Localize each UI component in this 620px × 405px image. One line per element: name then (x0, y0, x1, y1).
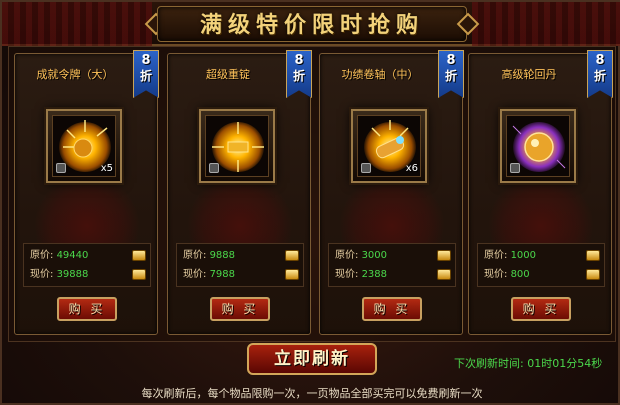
current-price-label: 现价: (183, 269, 207, 280)
lock-icon (361, 163, 371, 173)
item-slot[interactable] (500, 109, 576, 183)
item-quantity: x6 (405, 163, 418, 174)
discount-number: 8 (294, 53, 304, 68)
original-price-row: 原价: 9888 (183, 247, 299, 265)
price-box: 原价: 3000 现价: 2388 (328, 243, 456, 287)
refresh-now-button[interactable]: 立即刷新 (247, 343, 377, 375)
current-price-label: 现价: (335, 269, 359, 280)
original-price-row: 原价: 3000 (335, 247, 451, 265)
gold-ingot-icon (437, 269, 451, 280)
gold-ingot-icon (586, 269, 600, 280)
buy-button[interactable]: 购 买 (362, 297, 422, 321)
original-price: 1000 (510, 250, 537, 261)
discount-unit: 折 (593, 69, 606, 83)
refresh-timer: 下次刷新时间: 01时01分54秒 (454, 355, 602, 371)
discount-badge: 8 折 (438, 50, 464, 98)
current-price: 2388 (361, 269, 388, 280)
gold-ingot-icon (132, 269, 146, 280)
original-price-label: 原价: (30, 250, 54, 261)
current-price: 39888 (56, 269, 89, 280)
lock-icon (209, 163, 219, 173)
discount-number: 8 (595, 53, 605, 68)
gold-ingot-icon (285, 250, 299, 261)
shop-window: 满级特价限时抢购 成就令牌（大） 8 折 x5 原价: 49440 现价: 39… (0, 0, 620, 405)
refresh-note: 每次刷新后，每个物品限购一次，一页物品全部买完可以免费刷新一次 (141, 387, 483, 400)
original-price-label: 原价: (183, 250, 207, 261)
original-price: 3000 (361, 250, 388, 261)
gold-ingot-icon (586, 250, 600, 261)
item-card: 高级轮回丹 8 折 原价: 1000 现价: 800 购 买 (468, 50, 613, 335)
discount-number: 8 (446, 53, 456, 68)
item-name: 成就令牌（大） (36, 68, 114, 81)
discount-unit: 折 (292, 69, 305, 83)
discount-unit: 折 (444, 69, 457, 83)
header: 满级特价限时抢购 (2, 2, 620, 46)
discount-number: 8 (141, 53, 151, 68)
discount-badge: 8 折 (286, 50, 312, 98)
item-slot[interactable]: x5 (46, 109, 122, 183)
item-name: 超级重锭 (206, 68, 250, 81)
items-panel: 成就令牌（大） 8 折 x5 原价: 49440 现价: 39888 购 买 超… (8, 46, 616, 342)
item-card: 超级重锭 8 折 原价: 9888 现价: 7988 购 买 (167, 50, 312, 335)
original-price-row: 原价: 1000 (484, 247, 600, 265)
original-price-row: 原价: 49440 (30, 247, 146, 265)
item-name: 高级轮回丹 (501, 68, 557, 81)
item-card: 功绩卷轴（中） 8 折 x6 原价: 3000 现价: 2388 购 买 (319, 50, 464, 335)
gold-ingot-icon (285, 269, 299, 280)
discount-unit: 折 (139, 69, 152, 83)
title-plate: 满级特价限时抢购 (157, 6, 467, 42)
lock-icon (510, 163, 520, 173)
page-title: 满级特价限时抢购 (199, 12, 424, 38)
item-name: 功绩卷轴（中） (341, 68, 419, 81)
discount-badge: 8 折 (133, 50, 159, 98)
item-slot[interactable]: x6 (351, 109, 427, 183)
discount-badge: 8 折 (587, 50, 613, 98)
current-price-label: 现价: (484, 269, 508, 280)
item-quantity: x5 (100, 163, 113, 174)
buy-button[interactable]: 购 买 (57, 297, 117, 321)
price-box: 原价: 9888 现价: 7988 (176, 243, 304, 287)
price-box: 原价: 1000 现价: 800 (477, 243, 605, 287)
current-price-row: 现价: 39888 (30, 266, 146, 284)
price-box: 原价: 49440 现价: 39888 (23, 243, 151, 287)
gold-ingot-icon (437, 250, 451, 261)
original-price-label: 原价: (335, 250, 359, 261)
original-price: 9888 (209, 250, 236, 261)
current-price-row: 现价: 7988 (183, 266, 299, 284)
curtain-right (472, 2, 620, 46)
current-price: 7988 (209, 269, 236, 280)
gold-ingot-icon (132, 250, 146, 261)
original-price: 49440 (56, 250, 89, 261)
buy-button[interactable]: 购 买 (210, 297, 270, 321)
item-slot[interactable] (199, 109, 275, 183)
lock-icon (56, 163, 66, 173)
curtain-left (2, 2, 152, 46)
current-price-label: 现价: (30, 269, 54, 280)
timer-value: 01时01分54秒 (527, 357, 603, 370)
current-price-row: 现价: 2388 (335, 266, 451, 284)
buy-button[interactable]: 购 买 (511, 297, 571, 321)
current-price: 800 (510, 269, 530, 280)
timer-label: 下次刷新时间: (454, 357, 524, 370)
item-card: 成就令牌（大） 8 折 x5 原价: 49440 现价: 39888 购 买 (14, 50, 159, 335)
current-price-row: 现价: 800 (484, 266, 600, 284)
original-price-label: 原价: (484, 250, 508, 261)
